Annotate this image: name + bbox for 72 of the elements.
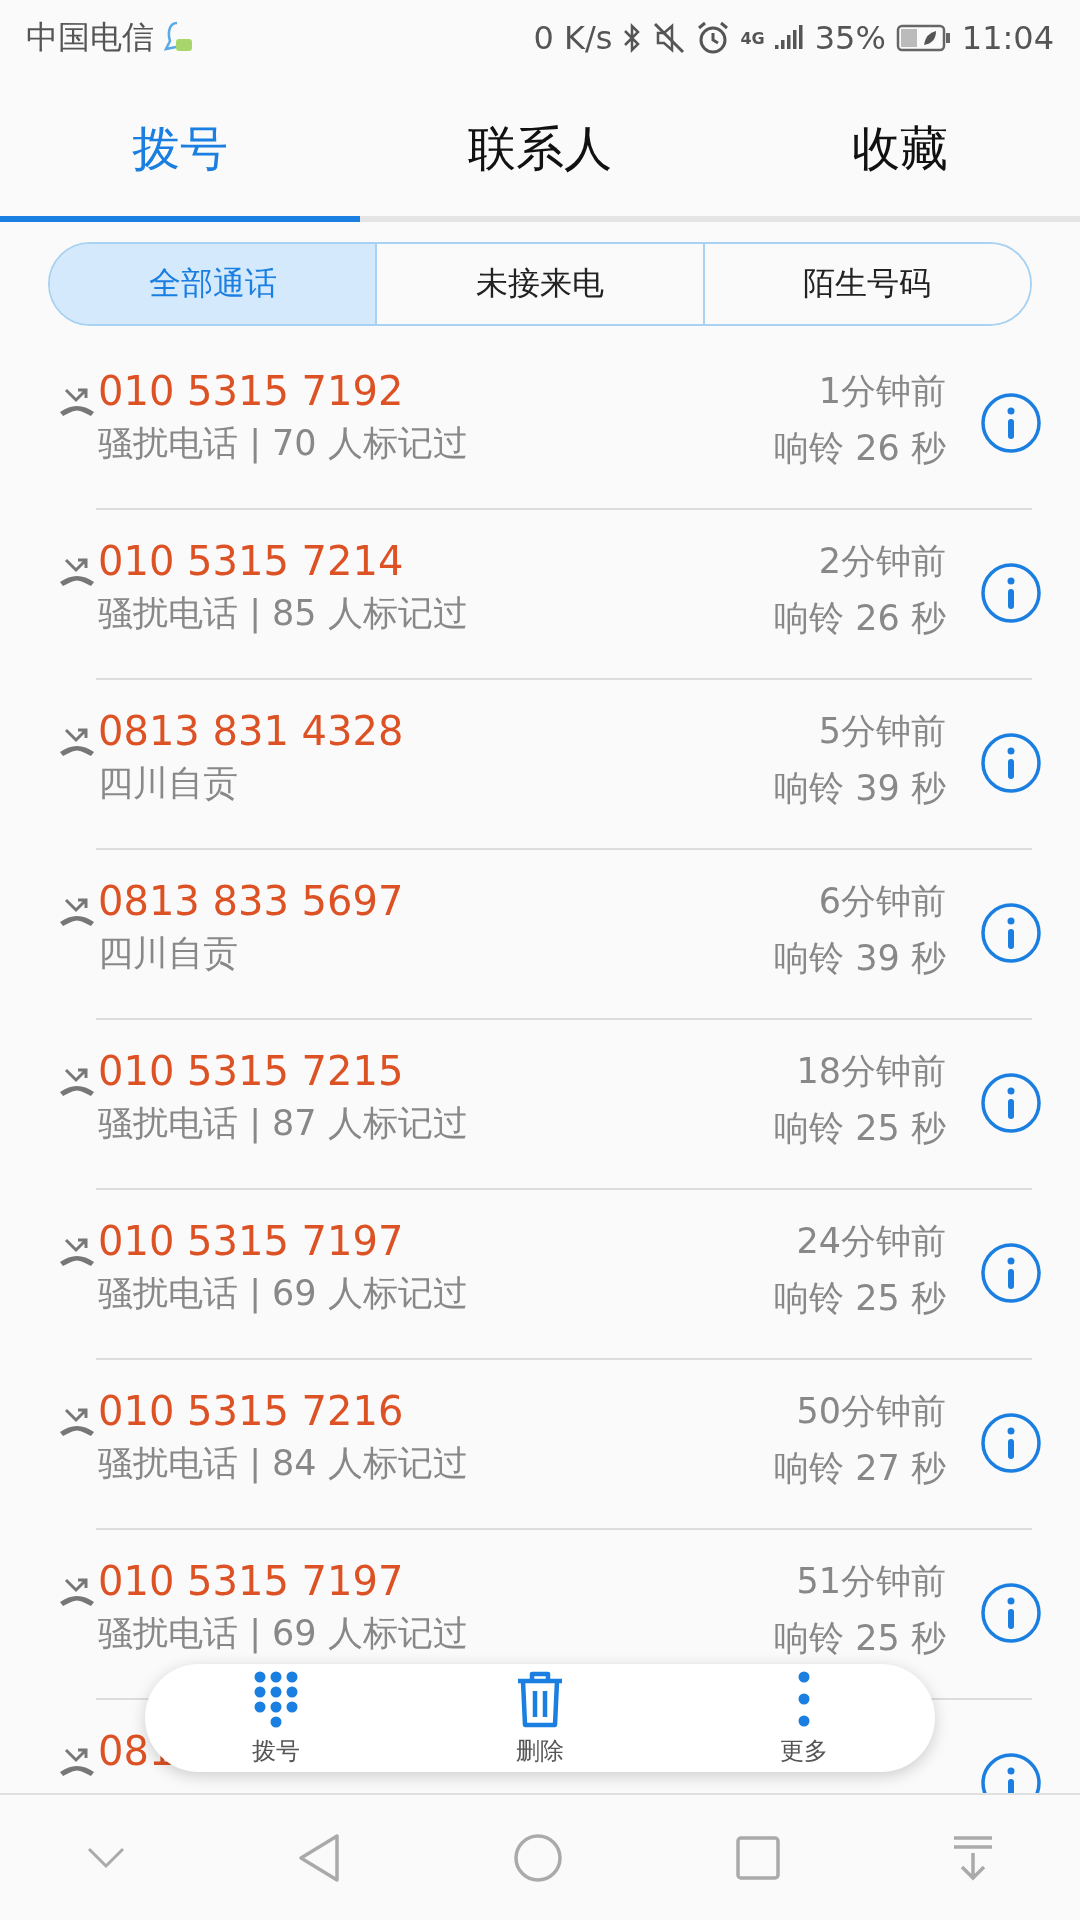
info-icon[interactable]	[980, 1242, 1042, 1304]
ring-duration: 响铃 27 秒	[774, 1447, 946, 1490]
missed-call-icon	[58, 558, 96, 588]
missed-call-icon	[58, 1408, 96, 1438]
info-icon[interactable]	[980, 1072, 1042, 1134]
info-icon[interactable]	[980, 1412, 1042, 1474]
ring-duration: 响铃 25 秒	[774, 1277, 946, 1320]
call-time: 5分钟前	[818, 710, 946, 753]
battery-percent: 35%	[814, 19, 886, 57]
call-detail: 骚扰电话 | 69 人标记过	[98, 1272, 469, 1316]
action-button[interactable]: 删除	[494, 1667, 586, 1769]
tab[interactable]: 收藏	[720, 76, 1080, 222]
call-time: 2分钟前	[818, 540, 946, 583]
network-speed: 0 K/s	[533, 19, 613, 57]
ring-duration: 响铃 25 秒	[774, 1617, 946, 1660]
more-icon	[797, 1669, 811, 1729]
call-time: 24分钟前	[796, 1220, 946, 1263]
phone-number[interactable]: 010 5315 7192	[98, 368, 775, 414]
info-icon[interactable]	[980, 1582, 1042, 1644]
call-detail: 骚扰电话 | 85 人标记过	[98, 592, 469, 636]
back-icon[interactable]	[297, 1832, 342, 1883]
action-button[interactable]: 拨号	[232, 1667, 320, 1769]
ring-duration: 响铃 26 秒	[774, 597, 946, 640]
call-detail: 四川自贡	[98, 932, 239, 975]
recent-apps-icon[interactable]	[734, 1834, 781, 1881]
info-icon[interactable]	[980, 392, 1042, 454]
call-time: 1分钟前	[818, 370, 946, 413]
ring-duration: 响铃 26 秒	[774, 427, 946, 470]
call-time: 18分钟前	[796, 1050, 946, 1093]
call-detail: 四川自贡	[98, 762, 239, 805]
missed-call-icon	[58, 1578, 96, 1608]
phone-number[interactable]: 0813 831 4328	[98, 708, 775, 754]
mute-icon	[652, 21, 687, 55]
filter-tab[interactable]: 全部通话	[50, 244, 376, 324]
phone-number[interactable]: 010 5315 7216	[98, 1388, 775, 1434]
missed-call-icon	[58, 898, 96, 928]
call-time: 51分钟前	[796, 1560, 946, 1603]
missed-call-icon	[58, 1238, 96, 1268]
phone-number[interactable]: 010 5315 7197	[98, 1558, 775, 1604]
alarm-icon	[696, 21, 731, 55]
info-icon[interactable]	[980, 732, 1042, 794]
carrier-name: 中国电信	[26, 17, 154, 58]
missed-call-icon	[58, 1748, 96, 1778]
call-detail: 骚扰电话 | 84 人标记过	[98, 1442, 469, 1486]
call-time: 50分钟前	[796, 1390, 946, 1433]
phone-number[interactable]: 010 5315 7197	[98, 1218, 775, 1264]
call-detail: 骚扰电话 | 69 人标记过	[98, 1612, 469, 1656]
battery-icon	[895, 23, 952, 53]
info-icon[interactable]	[980, 562, 1042, 624]
tab[interactable]: 联系人	[360, 76, 720, 222]
dialpad-icon	[252, 1669, 300, 1729]
notification-pull-icon[interactable]	[952, 1834, 995, 1881]
chevron-down-icon[interactable]	[85, 1845, 126, 1870]
missed-call-icon	[58, 388, 96, 418]
ring-duration: 响铃 39 秒	[774, 937, 946, 980]
ring-duration: 响铃 39 秒	[774, 767, 946, 810]
clock-time: 11:04	[961, 19, 1054, 57]
missed-call-icon	[58, 1068, 96, 1098]
call-detail: 骚扰电话 | 70 人标记过	[98, 422, 469, 466]
action-button[interactable]: 更多	[760, 1667, 848, 1769]
network-type: 4G	[740, 28, 765, 48]
phone-number[interactable]: 0813 833 5697	[98, 878, 775, 924]
ring-duration: 响铃 25 秒	[774, 1107, 946, 1150]
call-time: 6分钟前	[818, 880, 946, 923]
call-detail: 骚扰电话 | 87 人标记过	[98, 1102, 469, 1146]
info-icon[interactable]	[980, 902, 1042, 964]
home-icon[interactable]	[513, 1832, 563, 1883]
phone-number[interactable]: 010 5315 7215	[98, 1048, 775, 1094]
tab[interactable]: 拨号	[0, 76, 360, 222]
filter-tab[interactable]: 陌生号码	[702, 244, 1030, 324]
missed-call-icon	[58, 728, 96, 758]
phone-number[interactable]: 010 5315 7214	[98, 538, 775, 584]
